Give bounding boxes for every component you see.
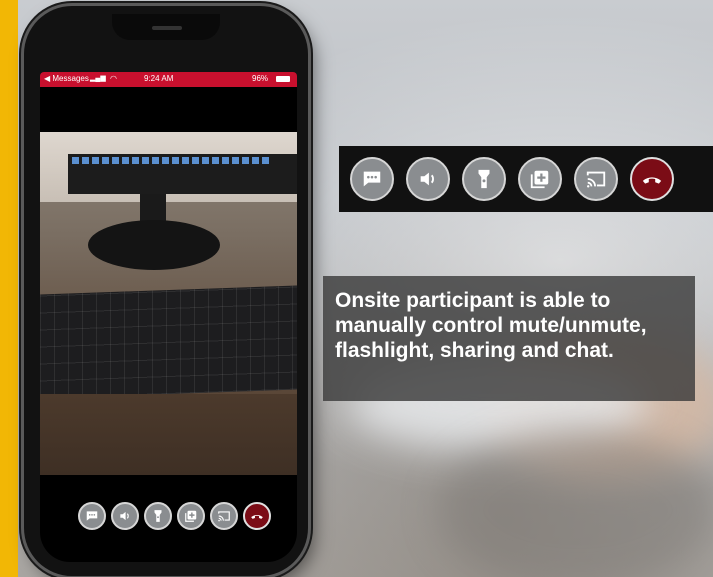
volume-button[interactable] (406, 157, 450, 201)
video-feed (40, 132, 297, 475)
caption-line-3: flashlight, sharing and chat. (335, 339, 614, 362)
chat-icon (86, 511, 98, 521)
add-button[interactable] (177, 502, 205, 530)
caption-line-2: manually control mute/unmute, (335, 314, 647, 337)
cast-icon (586, 171, 606, 188)
cast-icon (218, 511, 230, 522)
status-bar: ◀ Messages ▂▄▆ ◠ 9:24 AM 96% (40, 72, 297, 87)
wifi-icon: ◠ (110, 74, 117, 83)
speaker-icon (420, 172, 434, 186)
video-monitor (68, 154, 297, 194)
flashlight-button[interactable] (462, 157, 506, 201)
monitor-taskbar (68, 156, 297, 166)
video-keyboard (40, 285, 297, 399)
feature-caption: Onsite participant is able to manually c… (323, 276, 695, 401)
chat-button[interactable] (78, 502, 106, 530)
signal-icon: ▂▄▆ (90, 75, 106, 82)
flashlight-icon (478, 169, 490, 189)
phone-screen: ◀ Messages ▂▄▆ ◠ 9:24 AM 96% (40, 72, 297, 562)
phone-speaker (152, 26, 182, 30)
battery-icon (276, 76, 290, 82)
chat-button[interactable] (350, 157, 394, 201)
blurred-shirt (438, 430, 713, 577)
cast-button[interactable] (574, 157, 618, 201)
video-desk (40, 394, 297, 475)
monitor-base (88, 220, 220, 270)
add-square-icon (185, 510, 197, 522)
enlarged-call-controls (339, 146, 713, 212)
status-time: 9:24 AM (144, 74, 174, 83)
phone-call-controls (78, 502, 271, 530)
phone-mockup: ◀ Messages ▂▄▆ ◠ 9:24 AM 96% (24, 6, 308, 576)
battery-level: 96% (252, 74, 269, 83)
flashlight-icon (154, 510, 162, 522)
back-to-messages-link[interactable]: ◀ Messages (44, 74, 89, 83)
hang-up-icon (251, 514, 263, 519)
flashlight-button[interactable] (144, 502, 172, 530)
end-call-button[interactable] (243, 502, 271, 530)
add-button[interactable] (518, 157, 562, 201)
cast-button[interactable] (210, 502, 238, 530)
add-square-icon (530, 170, 549, 189)
speaker-icon (120, 511, 129, 521)
volume-button[interactable] (111, 502, 139, 530)
hang-up-icon (642, 177, 662, 184)
end-call-button[interactable] (630, 157, 674, 201)
caption-line-1: Onsite participant is able to (335, 289, 611, 312)
chat-icon (363, 171, 381, 187)
